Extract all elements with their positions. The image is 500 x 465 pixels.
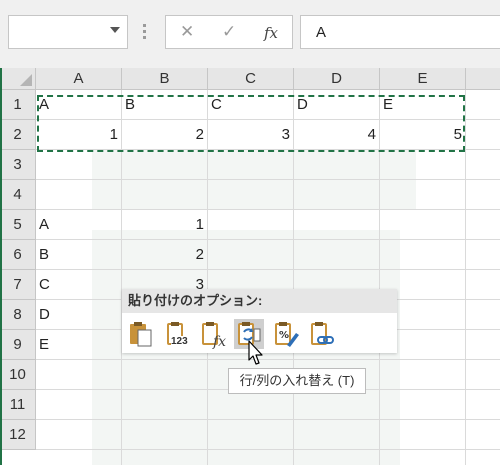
row-header-6[interactable]: 6	[0, 240, 36, 270]
worksheet-grid[interactable]: A B C D E 1 2 3 4 5 6 7 8 9 10 11 12 A B…	[0, 68, 500, 465]
cell-a5[interactable]: A	[36, 210, 122, 240]
paste-icon[interactable]	[127, 319, 157, 349]
row-header-8[interactable]: 8	[0, 300, 36, 330]
cell-a7[interactable]: C	[36, 270, 122, 300]
gridline	[36, 419, 500, 420]
row-header-4[interactable]: 4	[0, 180, 36, 210]
row-header-2[interactable]: 2	[0, 120, 36, 150]
column-header-c[interactable]: C	[208, 68, 294, 90]
column-header-b[interactable]: B	[122, 68, 208, 90]
mouse-pointer-icon	[248, 340, 264, 371]
enter-icon[interactable]: ✓	[222, 22, 236, 42]
paste-options-title: 貼り付けのオプション:	[122, 289, 397, 313]
row-header-7[interactable]: 7	[0, 270, 36, 300]
svg-text:fx: fx	[212, 334, 226, 349]
selection-shade	[92, 150, 416, 210]
formula-input[interactable]: A	[300, 15, 500, 49]
paste-values-icon[interactable]: 123	[162, 319, 192, 349]
column-header-d[interactable]: D	[294, 68, 380, 90]
cell-a6[interactable]: B	[36, 240, 122, 270]
cell-a8[interactable]: D	[36, 300, 122, 330]
select-all-button[interactable]	[0, 68, 36, 90]
svg-text:%: %	[279, 330, 289, 341]
paste-values-label: 123	[171, 336, 188, 347]
cancel-icon[interactable]: ✕	[180, 22, 194, 42]
column-header-a[interactable]: A	[36, 68, 122, 90]
paste-formulas-icon[interactable]: fx	[199, 319, 229, 350]
cell-a9[interactable]: E	[36, 330, 122, 360]
row-header-10[interactable]: 10	[0, 360, 36, 390]
gridline	[36, 449, 500, 450]
copy-marquee	[37, 95, 465, 152]
row-header-12[interactable]: 12	[0, 420, 36, 450]
name-box[interactable]	[8, 15, 128, 49]
formula-value: A	[316, 24, 327, 41]
row-header-9[interactable]: 9	[0, 330, 36, 360]
gridline	[36, 179, 500, 180]
cell-b5[interactable]: 1	[122, 210, 208, 240]
row-header-1[interactable]: 1	[0, 90, 36, 120]
transpose-tooltip: 行/列の入れ替え (T)	[228, 368, 366, 394]
paste-link-icon[interactable]	[307, 319, 337, 349]
row-header-11[interactable]: 11	[0, 390, 36, 420]
row-header-5[interactable]: 5	[0, 210, 36, 240]
cell-b6[interactable]: 2	[122, 240, 208, 270]
chevron-down-icon[interactable]	[110, 27, 120, 33]
formula-bar: ✕ ✓ fx A	[0, 0, 500, 69]
grip-icon[interactable]	[143, 24, 147, 40]
column-header-e[interactable]: E	[380, 68, 466, 90]
window-accent-border	[0, 68, 2, 465]
insert-function-icon[interactable]: fx	[264, 24, 278, 42]
paste-formatting-icon[interactable]: %	[272, 319, 302, 349]
row-header-3[interactable]: 3	[0, 150, 36, 180]
formula-buttons: ✕ ✓ fx	[165, 15, 293, 49]
column-header-f[interactable]	[466, 68, 500, 90]
